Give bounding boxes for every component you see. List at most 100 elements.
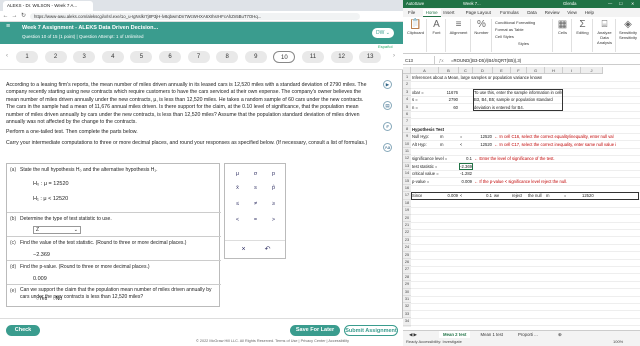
row-header-7[interactable]: 7 bbox=[403, 118, 411, 126]
ribbon-tab-formulas[interactable]: Formulas bbox=[497, 9, 522, 17]
cell[interactable]: 12520 bbox=[474, 141, 494, 148]
cell[interactable]: m bbox=[440, 141, 444, 148]
ne-button[interactable]: ≠ bbox=[251, 200, 260, 208]
cell[interactable]: = bbox=[460, 133, 462, 140]
test-statistic-input[interactable]: −2.369 bbox=[33, 251, 73, 259]
column-header-f[interactable]: F bbox=[511, 67, 527, 74]
cell[interactable]: 60 bbox=[440, 104, 460, 111]
cell[interactable]: 11676 bbox=[440, 89, 460, 96]
cell[interactable]: Hypothesis Test bbox=[412, 126, 444, 133]
minimize-icon[interactable]: — bbox=[608, 0, 612, 8]
close-icon[interactable]: × bbox=[239, 246, 248, 254]
row-header-31[interactable]: 31 bbox=[403, 296, 411, 304]
cell[interactable]: s = bbox=[412, 96, 418, 103]
question-5-button[interactable]: 5 bbox=[130, 51, 153, 63]
cell[interactable]: -1.282 bbox=[460, 170, 474, 177]
row-header-21[interactable]: 21 bbox=[403, 222, 411, 230]
cell[interactable]: 12520 bbox=[474, 133, 494, 140]
cell[interactable]: 0.1 bbox=[460, 155, 474, 162]
s-button[interactable]: s bbox=[251, 184, 260, 192]
name-box[interactable]: C13 bbox=[405, 56, 435, 65]
editing-group[interactable]: Σ Editing bbox=[573, 19, 593, 52]
row-header-5[interactable]: 5 bbox=[403, 103, 411, 111]
question-1-button[interactable]: 1 bbox=[16, 51, 38, 63]
data-icon[interactable]: Aa bbox=[383, 143, 392, 152]
maximize-icon[interactable]: ☐ bbox=[619, 0, 623, 8]
cell[interactable]: test statistic = bbox=[412, 163, 437, 170]
question-7-button[interactable]: 7 bbox=[187, 51, 210, 63]
cell[interactable]: critical value = bbox=[412, 170, 439, 177]
url-field[interactable]: https://www-awu.aleks.com/alekscgi/x/Isl… bbox=[30, 13, 360, 20]
column-header-j[interactable]: J bbox=[581, 67, 603, 74]
alternative-hypothesis[interactable]: H₁ : μ < 12520 bbox=[33, 194, 93, 204]
language-link[interactable]: Español bbox=[378, 44, 392, 49]
row-header-9[interactable]: 9 bbox=[403, 133, 411, 141]
cell[interactable]: p-value = bbox=[412, 178, 429, 185]
row-header-23[interactable]: 23 bbox=[403, 236, 411, 245]
question-11-button[interactable]: 11 bbox=[302, 51, 324, 63]
cell[interactable]: Inferences about a Mean, large samples o… bbox=[412, 74, 542, 81]
user-menu-button[interactable]: DW ⌄ bbox=[372, 28, 394, 38]
zoom-level[interactable]: 100% bbox=[613, 338, 623, 346]
row-header-22[interactable]: 22 bbox=[403, 229, 411, 237]
forward-icon[interactable]: → bbox=[11, 13, 18, 20]
row-header-14[interactable]: 14 bbox=[403, 170, 411, 178]
xbar-button[interactable]: x̄ bbox=[233, 184, 242, 192]
cell[interactable]: 2790 bbox=[440, 96, 460, 103]
font-group[interactable]: A Font bbox=[428, 19, 446, 52]
row-header-1[interactable]: 1 bbox=[403, 74, 411, 82]
spreadsheet-grid[interactable]: A B C D E F G H I J 1 Inferences about a Mean, larg… bbox=[403, 67, 640, 327]
gt-button[interactable]: > bbox=[269, 216, 278, 224]
row-header-3[interactable]: 3 bbox=[403, 88, 411, 97]
question-6-button[interactable]: 6 bbox=[159, 51, 181, 63]
row-header-20[interactable]: 20 bbox=[403, 214, 411, 222]
prev-question-icon[interactable]: ‹ bbox=[6, 53, 8, 59]
question-10-button[interactable]: 10 bbox=[273, 51, 296, 63]
cell[interactable]: m bbox=[440, 133, 444, 140]
cell[interactable]: 0.009 bbox=[460, 178, 474, 185]
row-header-19[interactable]: 19 bbox=[403, 207, 411, 215]
column-header-e[interactable]: E bbox=[493, 67, 511, 74]
cell[interactable]: < bbox=[460, 141, 462, 148]
row-header-2[interactable]: 2 bbox=[403, 81, 411, 89]
row-header-35[interactable]: 35 bbox=[403, 325, 411, 327]
cell[interactable]: ← In cell C16, select the correct equali… bbox=[494, 133, 614, 140]
autosave-label[interactable]: AutoSave bbox=[406, 0, 424, 8]
p-button[interactable]: p bbox=[269, 170, 278, 178]
column-header-a[interactable]: A bbox=[411, 67, 439, 74]
cell[interactable]: xbar = bbox=[412, 89, 424, 96]
column-header-b[interactable]: B bbox=[439, 67, 459, 74]
question-12-button[interactable]: 12 bbox=[330, 51, 353, 63]
row-header-33[interactable]: 33 bbox=[403, 310, 411, 319]
column-header-i[interactable]: I bbox=[563, 67, 581, 74]
column-header-g[interactable]: G bbox=[527, 67, 545, 74]
row-header-30[interactable]: 30 bbox=[403, 288, 411, 296]
ribbon-tab-data[interactable]: Data bbox=[524, 9, 540, 17]
number-group[interactable]: % Number bbox=[472, 19, 492, 52]
calculator-icon[interactable]: # bbox=[383, 122, 392, 131]
sigma-button[interactable]: σ bbox=[251, 170, 260, 178]
cell-styles-button[interactable]: Cell Styles bbox=[495, 33, 552, 40]
close-window-icon[interactable]: ✕ bbox=[631, 0, 635, 8]
row-header-13[interactable]: 13 bbox=[403, 162, 411, 171]
phat-button[interactable]: p̂ bbox=[269, 184, 278, 192]
cells-group[interactable]: ▦ Cells bbox=[554, 19, 572, 52]
ribbon-tab-review[interactable]: Review bbox=[542, 9, 563, 17]
save-for-later-button[interactable]: Save For Later bbox=[290, 325, 340, 336]
textbook-icon[interactable]: ▤ bbox=[383, 101, 392, 110]
lt-button[interactable]: < bbox=[233, 216, 242, 224]
select-all-corner[interactable] bbox=[403, 67, 411, 74]
cell[interactable]: ← If the p-value < significance level re… bbox=[474, 178, 567, 185]
row-header-27[interactable]: 27 bbox=[403, 266, 411, 274]
check-button[interactable]: Check bbox=[6, 325, 40, 336]
ribbon-tab-file[interactable]: File bbox=[405, 9, 418, 17]
row-header-25[interactable]: 25 bbox=[403, 251, 411, 259]
row-header-8[interactable]: 8 bbox=[403, 125, 411, 134]
menu-icon[interactable]: ≡ bbox=[6, 23, 16, 31]
ribbon-tab-home[interactable]: Home bbox=[422, 9, 441, 17]
format-as-table-button[interactable]: Format as Table bbox=[495, 26, 552, 33]
undo-icon[interactable]: ↶ bbox=[263, 246, 272, 254]
row-header-15[interactable]: 15 bbox=[403, 177, 411, 185]
cell[interactable]: Alt Hyp: bbox=[412, 141, 427, 148]
row-header-11[interactable]: 11 bbox=[403, 148, 411, 156]
